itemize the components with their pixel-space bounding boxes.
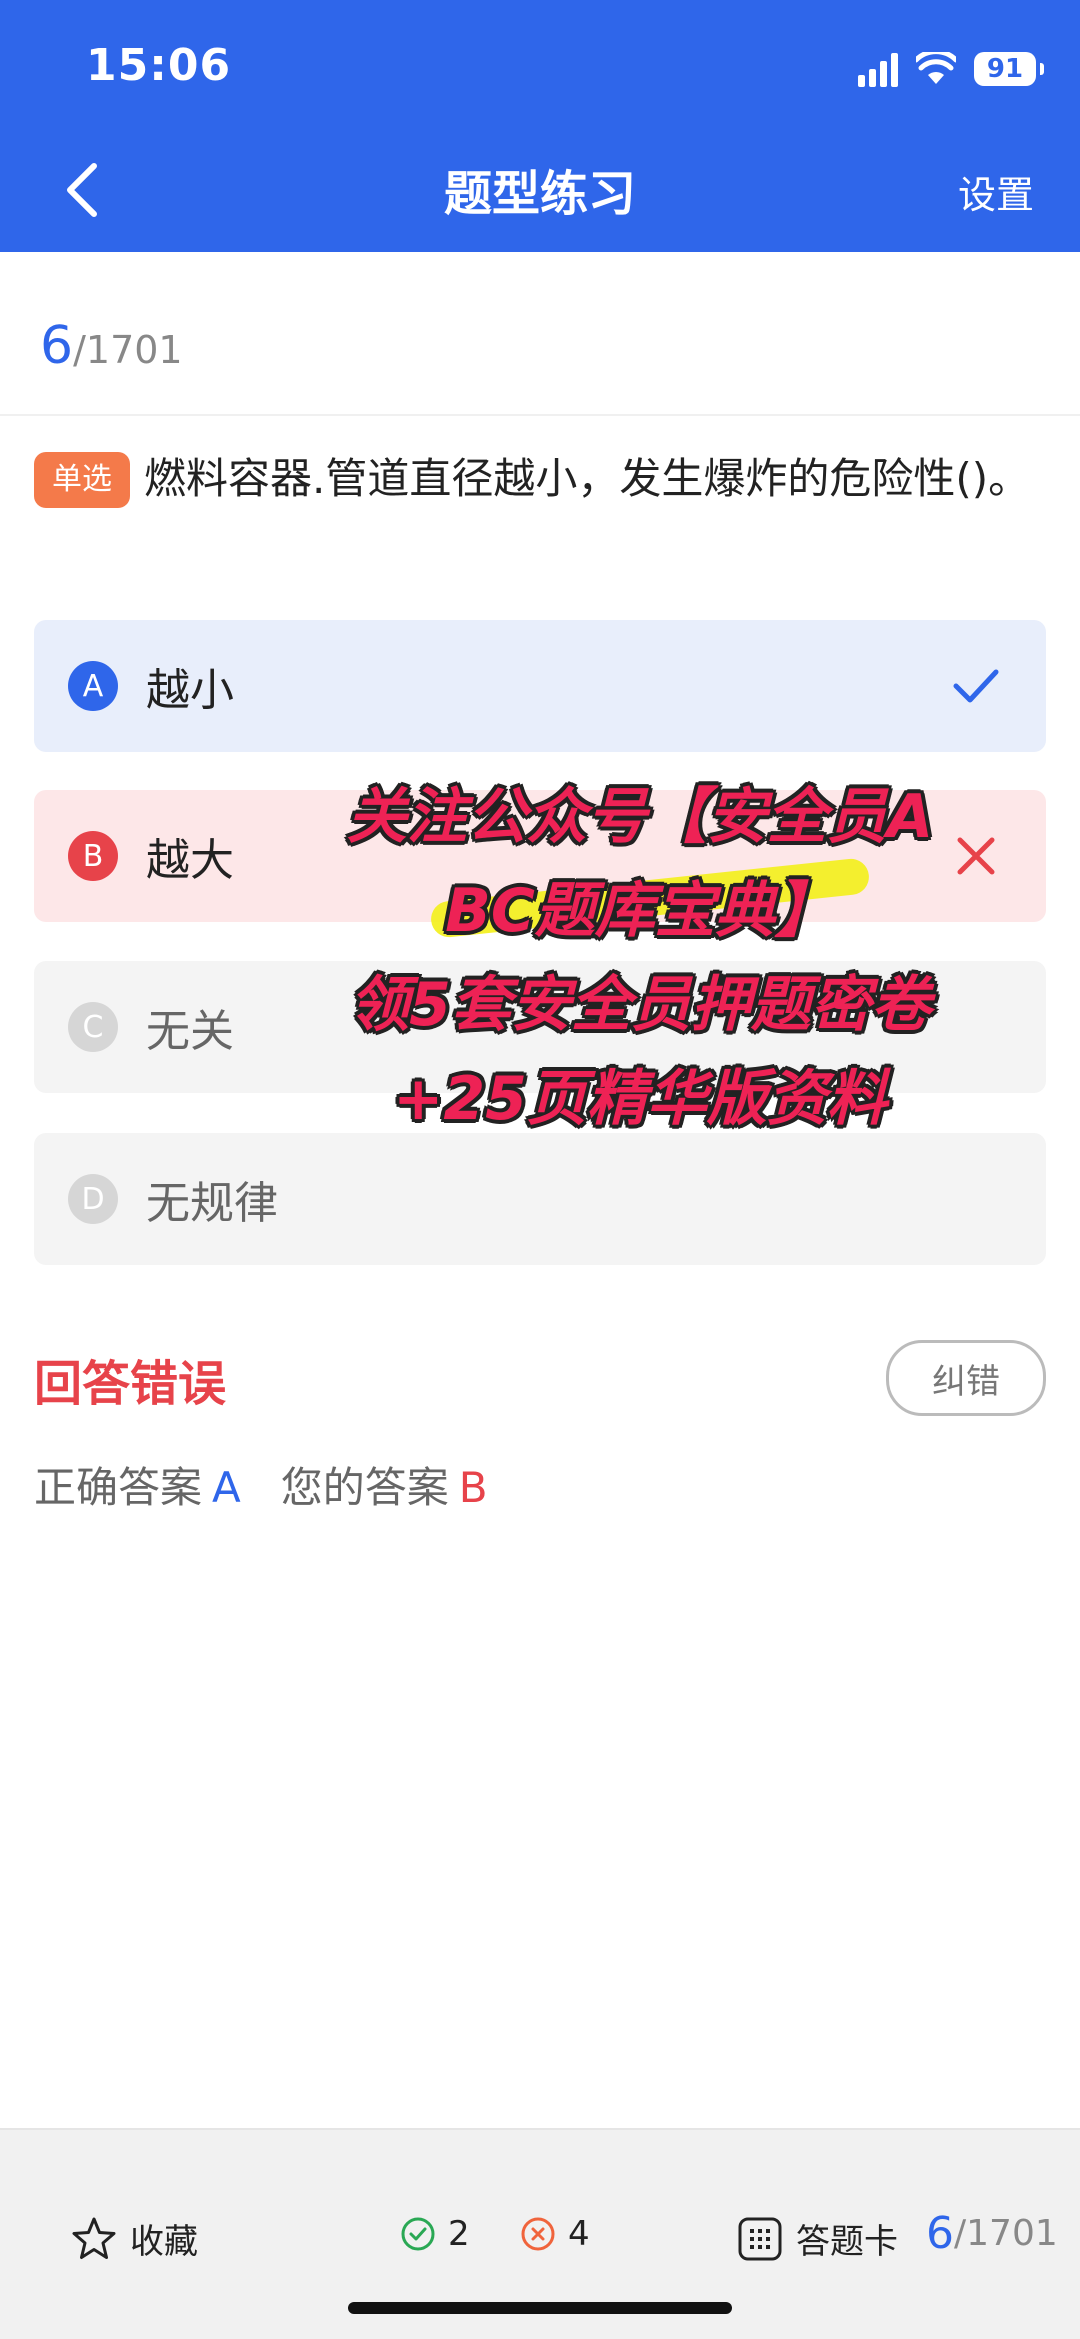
- your-answer-value: B: [458, 1463, 488, 1512]
- battery-icon: 91: [974, 52, 1044, 86]
- question-text: 燃料容器.管道直径越小，发生爆炸的危险性()。: [144, 454, 1031, 503]
- option-a[interactable]: A 越小: [34, 620, 1046, 752]
- promo-line: +25页精华版资料: [393, 1064, 887, 1134]
- answer-summary: 正确答案 A 您的答案 B: [34, 1454, 488, 1515]
- promo-line: 领5套安全员押题密卷: [349, 970, 931, 1040]
- promo-line: BC题库宝典】: [445, 876, 835, 946]
- option-text: 越大: [146, 835, 234, 886]
- divider: [0, 414, 1080, 416]
- report-error-button[interactable]: 纠错: [886, 1340, 1046, 1416]
- bottom-progress: 6/1701: [926, 2208, 1058, 2259]
- wifi-icon: [916, 52, 956, 84]
- option-letter: D: [68, 1174, 118, 1224]
- your-answer-label: 您的答案: [280, 1463, 449, 1512]
- wrong-count: 4: [520, 2214, 590, 2254]
- favorite-button[interactable]: 收藏: [70, 2214, 198, 2263]
- option-letter: B: [68, 831, 118, 881]
- option-text: 无规律: [146, 1178, 278, 1229]
- status-time: 15:06: [86, 40, 232, 91]
- page-title: 题型练习: [443, 166, 636, 222]
- question-type-badge: 单选: [34, 452, 130, 508]
- option-letter: C: [68, 1002, 118, 1052]
- progress-current: 6: [40, 316, 74, 376]
- correct-count: 2: [400, 2214, 470, 2254]
- cross-circle-icon: [521, 2217, 555, 2251]
- option-text: 无关: [146, 1006, 234, 1057]
- star-icon: [72, 2217, 116, 2259]
- bottom-progress-current: 6: [926, 2208, 954, 2259]
- option-letter: A: [68, 661, 118, 711]
- settings-button[interactable]: 设置: [958, 164, 1034, 219]
- check-circle-icon: [401, 2217, 435, 2251]
- question-block: 单选 燃料容器.管道直径越小，发生爆炸的危险性()。: [34, 446, 1034, 512]
- promo-line: 关注公众号【安全员A: [346, 782, 934, 852]
- correct-count-value: 2: [448, 2214, 470, 2254]
- option-d[interactable]: D 无规律: [34, 1133, 1046, 1265]
- promo-overlay: 关注公众号【安全员A BC题库宝典】 领5套安全员押题密卷 +25页精华版资料: [290, 770, 990, 1146]
- status-icons: 91: [858, 44, 1044, 94]
- result-title: 回答错误: [34, 1356, 227, 1412]
- answer-card-label: 答题卡: [796, 2222, 898, 2262]
- grid-icon: [738, 2217, 782, 2260]
- home-indicator: [348, 2302, 732, 2314]
- cellular-signal-icon: [858, 51, 898, 87]
- bottom-progress-total: /1701: [954, 2213, 1058, 2254]
- option-text: 越小: [146, 665, 234, 716]
- favorite-label: 收藏: [130, 2222, 198, 2262]
- correct-answer-label: 正确答案: [34, 1463, 203, 1512]
- progress-total: /1701: [73, 328, 183, 372]
- correct-answer-value: A: [212, 1463, 241, 1512]
- answer-card-button[interactable]: 答题卡: [736, 2214, 898, 2263]
- wrong-count-value: 4: [568, 2214, 590, 2254]
- question-progress: 6/1701: [40, 316, 183, 376]
- checkmark-icon: [953, 669, 999, 703]
- app-header: 15:06 91 题型练习 设置: [0, 0, 1080, 252]
